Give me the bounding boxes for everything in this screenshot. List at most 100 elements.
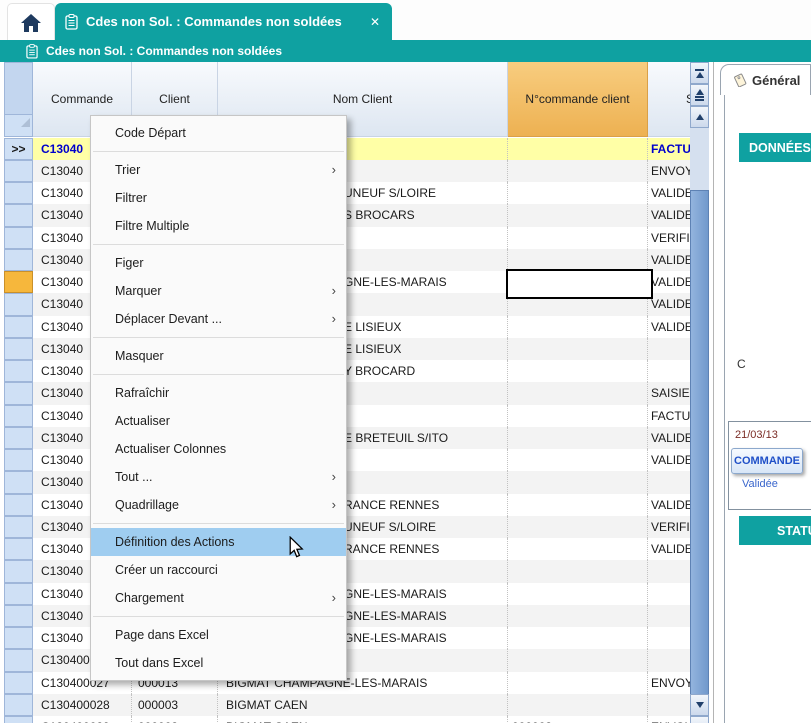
cell-ncommande-client[interactable] xyxy=(508,627,648,649)
row-selector[interactable] xyxy=(4,538,33,560)
cell-commande[interactable]: C130400028 xyxy=(33,694,132,716)
row-selector[interactable] xyxy=(4,182,33,204)
menu-item[interactable]: Déplacer Devant ...› xyxy=(91,305,346,333)
cell-ncommande-client[interactable] xyxy=(508,560,648,582)
cell-ncommande-client[interactable] xyxy=(508,405,648,427)
row-selector[interactable] xyxy=(4,338,33,360)
menu-item[interactable]: Filtrer xyxy=(91,184,346,212)
menu-item-label: Tout ... xyxy=(115,463,332,491)
menu-item[interactable]: Créer un raccourci xyxy=(91,556,346,584)
row-selector[interactable] xyxy=(4,382,33,404)
menu-item[interactable]: Actualiser Colonnes xyxy=(91,435,346,463)
close-icon[interactable]: ✕ xyxy=(368,15,382,29)
clipboard-icon xyxy=(65,14,78,30)
row-selector[interactable] xyxy=(4,583,33,605)
submenu-arrow-icon: › xyxy=(332,305,336,333)
menu-item-label: Page dans Excel xyxy=(115,621,336,649)
cell-ncommande-client[interactable] xyxy=(508,449,648,471)
menu-item[interactable]: Rafraîchir xyxy=(91,379,346,407)
row-selector[interactable] xyxy=(4,271,33,293)
row-selector[interactable] xyxy=(4,605,33,627)
submenu-arrow-icon: › xyxy=(332,463,336,491)
row-selector[interactable] xyxy=(4,516,33,538)
panel-tab-general[interactable]: Général xyxy=(720,64,811,95)
scroll-page-up-button[interactable] xyxy=(690,84,709,106)
row-selector[interactable] xyxy=(4,672,33,694)
cell-ncommande-client[interactable] xyxy=(508,227,648,249)
cell-ncommande-client[interactable] xyxy=(508,516,648,538)
menu-item[interactable]: Marquer› xyxy=(91,277,346,305)
cell-ncommande-client[interactable] xyxy=(508,471,648,493)
sort-indicator-icon xyxy=(21,118,30,127)
cell-ncommande-client[interactable]: 000003 xyxy=(508,716,648,723)
cell-client[interactable]: 000003 xyxy=(132,694,218,716)
row-selector[interactable] xyxy=(4,249,33,271)
cell-ncommande-client[interactable] xyxy=(508,649,648,671)
cell-ncommande-client[interactable] xyxy=(508,160,648,182)
column-header-ncommande-client[interactable]: N°commande client xyxy=(508,62,648,137)
menu-item[interactable]: Filtre Multiple xyxy=(91,212,346,240)
commande-button[interactable]: COMMANDE xyxy=(731,448,803,474)
row-selector[interactable] xyxy=(4,694,33,716)
cell-ncommande-client[interactable] xyxy=(508,605,648,627)
cell-ncommande-client[interactable] xyxy=(508,382,648,404)
row-selector[interactable] xyxy=(4,449,33,471)
focused-cell[interactable] xyxy=(506,269,653,299)
menu-item[interactable]: Chargement› xyxy=(91,584,346,612)
cell-ncommande-client[interactable] xyxy=(508,494,648,516)
cell-ncommande-client[interactable] xyxy=(508,182,648,204)
row-selector[interactable] xyxy=(4,316,33,338)
menu-item[interactable]: Définition des Actions xyxy=(91,528,346,556)
menu-item[interactable]: Masquer xyxy=(91,342,346,370)
cell-nom-client[interactable]: BIGMAT CAEN xyxy=(218,716,508,723)
cell-ncommande-client[interactable] xyxy=(508,360,648,382)
row-selector[interactable] xyxy=(4,427,33,449)
scroll-up-button[interactable] xyxy=(690,106,709,128)
row-selector[interactable] xyxy=(4,716,33,723)
vertical-scrollbar[interactable] xyxy=(690,62,709,723)
menu-item[interactable]: Figer xyxy=(91,249,346,277)
menu-item[interactable]: Actualiser xyxy=(91,407,346,435)
cell-ncommande-client[interactable] xyxy=(508,249,648,271)
cell-ncommande-client[interactable] xyxy=(508,204,648,226)
row-selector[interactable] xyxy=(4,405,33,427)
scroll-to-top-button[interactable] xyxy=(690,62,709,84)
cell-ncommande-client[interactable] xyxy=(508,338,648,360)
row-selector[interactable] xyxy=(4,649,33,671)
corner-sort-cell[interactable] xyxy=(4,115,33,137)
cell-ncommande-client[interactable] xyxy=(508,138,648,160)
row-selector[interactable] xyxy=(4,204,33,226)
tab-commandes[interactable]: Cdes non Sol. : Commandes non soldées ✕ xyxy=(55,3,392,40)
cell-commande[interactable]: C130400029 xyxy=(33,716,132,723)
cell-ncommande-client[interactable] xyxy=(508,583,648,605)
row-selector[interactable] xyxy=(4,227,33,249)
row-selector[interactable]: >> xyxy=(4,138,33,160)
row-selector[interactable] xyxy=(4,360,33,382)
cell-ncommande-client[interactable] xyxy=(508,672,648,694)
menu-item[interactable]: Quadrillage› xyxy=(91,491,346,519)
row-selector[interactable] xyxy=(4,471,33,493)
row-selector[interactable] xyxy=(4,494,33,516)
cell-nom-client[interactable]: BIGMAT CAEN xyxy=(218,694,508,716)
row-selector[interactable] xyxy=(4,160,33,182)
cell-client[interactable]: 000003 xyxy=(132,716,218,723)
cell-ncommande-client[interactable] xyxy=(508,694,648,716)
scroll-to-bottom-button[interactable] xyxy=(690,716,709,723)
menu-item[interactable]: Tout dans Excel xyxy=(91,649,346,677)
menu-item[interactable]: Code Départ xyxy=(91,119,346,147)
select-all-corner[interactable] xyxy=(4,62,33,115)
menu-item[interactable]: Page dans Excel xyxy=(91,621,346,649)
menu-item[interactable]: Trier› xyxy=(91,156,346,184)
cell-ncommande-client[interactable] xyxy=(508,427,648,449)
view-title-bar: Cdes non Sol. : Commandes non soldées xyxy=(0,40,811,62)
cell-ncommande-client[interactable] xyxy=(508,538,648,560)
cell-ncommande-client[interactable] xyxy=(508,316,648,338)
scroll-down-button[interactable] xyxy=(690,694,709,716)
row-selector[interactable] xyxy=(4,560,33,582)
tab-home[interactable] xyxy=(7,3,55,41)
row-selector[interactable] xyxy=(4,627,33,649)
submenu-arrow-icon: › xyxy=(332,491,336,519)
row-selector[interactable] xyxy=(4,293,33,315)
scrollbar-thumb[interactable] xyxy=(690,190,709,723)
menu-item[interactable]: Tout ...› xyxy=(91,463,346,491)
